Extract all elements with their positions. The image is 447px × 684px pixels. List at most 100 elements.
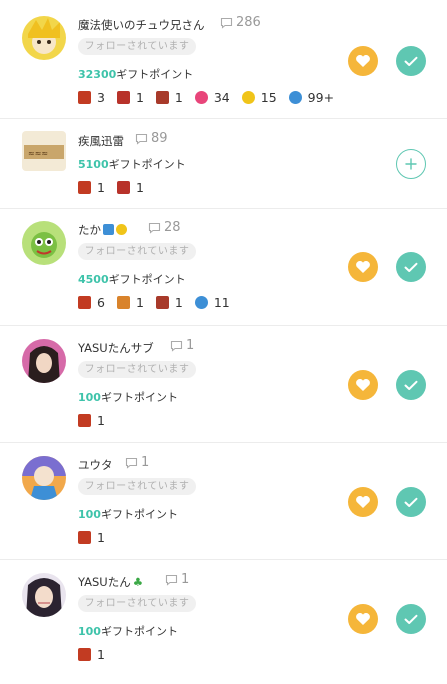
comment-count-value: 28 — [164, 220, 181, 235]
like-button[interactable] — [348, 604, 378, 634]
following-button[interactable] — [396, 604, 426, 634]
gift-count: 1 — [97, 647, 105, 662]
gift-list: 6 1 1 11 — [78, 295, 242, 310]
badge-icon — [103, 224, 114, 235]
gift-points-value: 100 — [78, 508, 101, 521]
gift-count: 1 — [174, 90, 183, 105]
comment-count-value: 1 — [186, 338, 195, 353]
avatar[interactable] — [22, 573, 66, 617]
check-icon — [404, 56, 418, 66]
follow-button[interactable] — [396, 149, 426, 179]
avatar[interactable] — [22, 456, 66, 500]
gift-list: 1 — [78, 530, 117, 545]
list-item[interactable]: 魔法使いのチュウ兄さん 286 フォローされています 32300ギフトポイント … — [0, 0, 447, 119]
stamp-gift-icon — [78, 91, 91, 104]
user-name[interactable]: たか — [78, 222, 127, 238]
following-button[interactable] — [396, 370, 426, 400]
gift-item: 6 — [78, 295, 105, 310]
gift-count: 3 — [97, 90, 105, 105]
gift-points-label: ギフトポイント — [116, 68, 194, 81]
gift-points: 4500ギフトポイント — [78, 271, 186, 287]
svg-text:≈≈≈: ≈≈≈ — [28, 149, 48, 158]
gift-points-value: 5100 — [78, 158, 109, 171]
following-button[interactable] — [396, 46, 426, 76]
user-name[interactable]: YASUたん ♣ — [78, 574, 143, 590]
list-item[interactable]: YASUたんサブ 1 フォローされています 100ギフトポイント 1 — [0, 326, 447, 443]
gift-item: 1 — [78, 180, 105, 195]
follows-you-badge: フォローされています — [78, 595, 196, 612]
comment-count: 1 — [165, 572, 189, 587]
like-button[interactable] — [348, 370, 378, 400]
follows-you-badge: フォローされています — [78, 38, 196, 55]
gift-points: 100ギフトポイント — [78, 389, 178, 405]
user-name[interactable]: YASUたんサブ — [78, 340, 154, 356]
gift-count: 6 — [97, 295, 105, 310]
list-item[interactable]: ユウタ 1 フォローされています 100ギフトポイント 1 — [0, 443, 447, 560]
stamp-gift-icon — [116, 181, 130, 194]
avatar[interactable] — [22, 221, 66, 265]
gift-item: 1 — [78, 530, 105, 545]
follows-you-badge: フォローされています — [78, 243, 196, 260]
avatar[interactable] — [22, 339, 66, 383]
stamp-gift-icon — [78, 296, 91, 309]
comment-icon — [165, 574, 178, 586]
comment-count-value: 1 — [181, 572, 190, 587]
stamp-gift-icon — [78, 414, 91, 427]
comment-count-value: 1 — [141, 455, 150, 470]
gift-count: 1 — [135, 90, 144, 105]
gift-item: 1 — [116, 180, 144, 195]
gift-points: 100ギフトポイント — [78, 506, 178, 522]
stamp-gift-icon — [78, 531, 91, 544]
gift-count: 34 — [213, 90, 230, 105]
like-button[interactable] — [348, 252, 378, 282]
plus-icon — [405, 158, 417, 170]
supporter-list: 魔法使いのチュウ兄さん 286 フォローされています 32300ギフトポイント … — [0, 0, 447, 684]
stamp-gift-icon — [116, 296, 130, 309]
gift-item: 1 — [78, 413, 105, 428]
list-item[interactable]: YASUたん ♣ 1 フォローされています 100ギフトポイント 1 — [0, 560, 447, 684]
yellow-gift-icon — [241, 91, 255, 104]
gift-points-value: 4500 — [78, 273, 109, 286]
follows-you-badge: フォローされています — [78, 361, 196, 378]
list-item[interactable]: たか 28 フォローされています 4500ギフトポイント 6 1 1 11 — [0, 209, 447, 326]
like-button[interactable] — [348, 487, 378, 517]
following-button[interactable] — [396, 487, 426, 517]
stamp-gift-icon — [78, 648, 91, 661]
gift-item: 1 — [78, 647, 105, 662]
comment-count: 1 — [170, 338, 194, 353]
gift-count: 1 — [97, 413, 105, 428]
comment-icon — [148, 222, 161, 234]
following-button[interactable] — [396, 252, 426, 282]
gift-item: 99+ — [288, 90, 335, 105]
like-button[interactable] — [348, 46, 378, 76]
check-icon — [404, 262, 418, 272]
blue-gift-icon — [288, 91, 302, 104]
stamp-gift-icon — [78, 181, 91, 194]
list-item[interactable]: ≈≈≈ 疾風迅雷 89 5100ギフトポイント 1 1 — [0, 119, 447, 209]
gift-item: 15 — [241, 90, 277, 105]
comment-count: 286 — [220, 15, 261, 30]
heart-icon — [356, 496, 370, 508]
check-icon — [404, 614, 418, 624]
user-name[interactable]: 魔法使いのチュウ兄さん — [78, 17, 205, 33]
gift-count: 1 — [135, 180, 144, 195]
gift-points: 100ギフトポイント — [78, 623, 178, 639]
pink-gift-icon — [194, 91, 208, 104]
user-name[interactable]: ユウタ — [78, 457, 113, 473]
gift-list: 1 — [78, 647, 117, 662]
gift-count: 99+ — [307, 90, 335, 105]
avatar[interactable]: ≈≈≈ — [22, 131, 66, 171]
gift-item: 1 — [116, 295, 144, 310]
gift-count: 15 — [260, 90, 277, 105]
sun-icon — [116, 224, 127, 235]
gift-points-label: ギフトポイント — [108, 158, 186, 171]
gift-item: 1 — [155, 90, 183, 105]
comment-icon — [135, 133, 148, 145]
gift-item: 1 — [155, 295, 183, 310]
check-icon — [404, 497, 418, 507]
gift-count: 1 — [135, 295, 144, 310]
gift-list: 1 1 — [78, 180, 156, 195]
avatar[interactable] — [22, 16, 66, 60]
user-name[interactable]: 疾風迅雷 — [78, 133, 124, 149]
gift-list: 3 1 1 34 15 99+ — [78, 90, 346, 105]
